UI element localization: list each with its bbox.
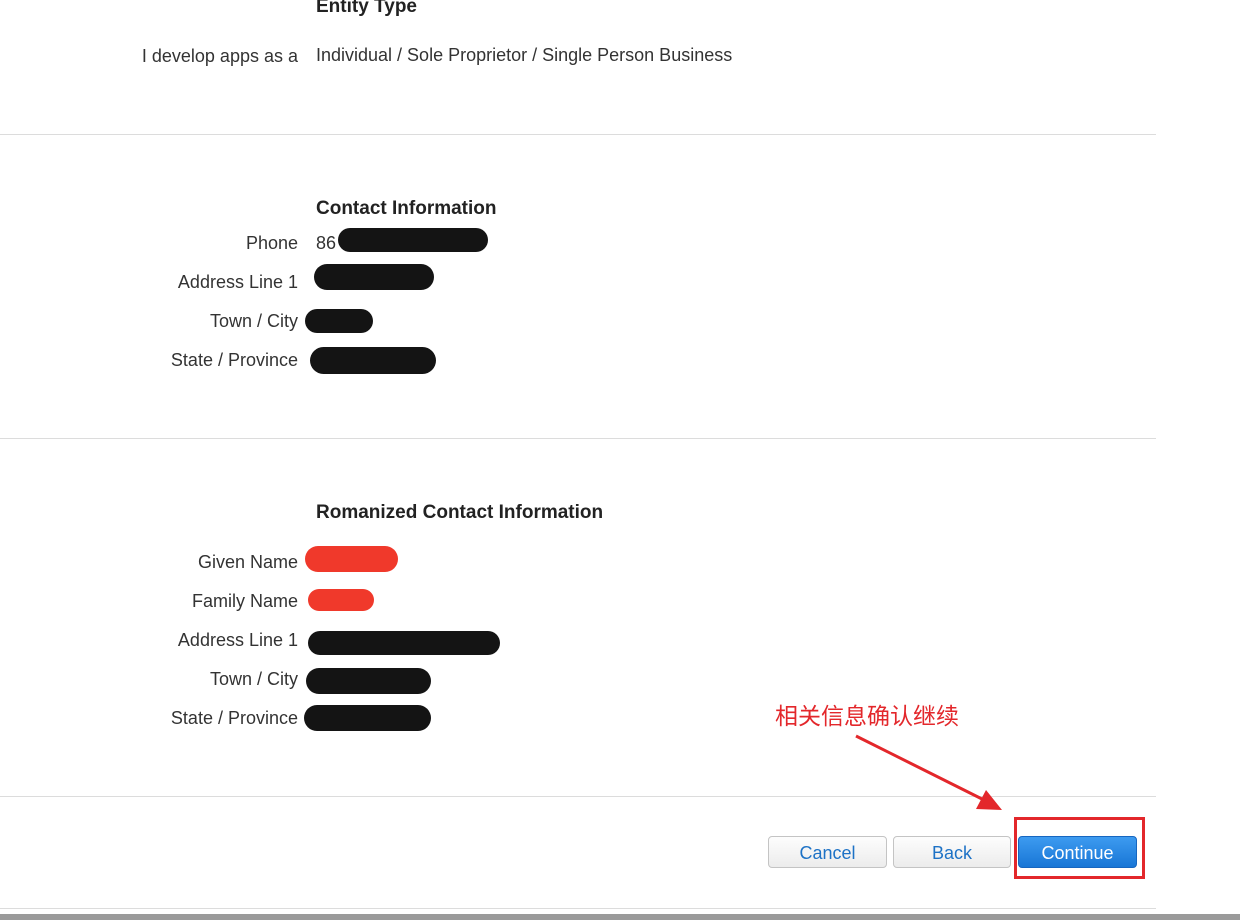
- entity-type-heading: Entity Type: [316, 0, 417, 17]
- annotation-text: 相关信息确认继续: [775, 704, 959, 730]
- back-button[interactable]: Back: [893, 836, 1011, 868]
- romanized-address-redaction: [308, 631, 500, 655]
- state-redaction: [310, 347, 436, 374]
- footer-divider: [0, 908, 1156, 909]
- section-divider: [0, 134, 1156, 135]
- continue-highlight-box: [1014, 817, 1145, 879]
- enrollment-review-page: Entity Type I develop apps as a Individu…: [0, 0, 1240, 920]
- town-city-label: Town / City: [209, 669, 298, 689]
- entity-type-value: Individual / Sole Proprietor / Single Pe…: [316, 45, 733, 65]
- romanized-contact-heading: Romanized Contact Information: [316, 502, 604, 523]
- address-line-1-label: Address Line 1: [177, 272, 298, 292]
- state-province-label: State / Province: [170, 708, 298, 728]
- section-divider: [0, 438, 1156, 439]
- window-bottom-edge: [0, 914, 1240, 920]
- section-divider: [0, 796, 1156, 797]
- given-name-label: Given Name: [197, 552, 298, 572]
- romanized-city-redaction: [306, 668, 431, 694]
- address-redaction: [314, 264, 434, 290]
- town-city-label: Town / City: [209, 311, 298, 331]
- phone-redaction: [338, 228, 488, 252]
- state-province-label: State / Province: [170, 350, 298, 370]
- entity-type-label: I develop apps as a: [141, 46, 298, 66]
- romanized-state-redaction: [304, 705, 431, 731]
- cancel-button[interactable]: Cancel: [768, 836, 887, 868]
- phone-prefix: 86: [316, 233, 337, 253]
- contact-info-heading: Contact Information: [316, 198, 497, 219]
- given-name-redaction: [305, 546, 398, 572]
- phone-label: Phone: [245, 233, 298, 253]
- city-redaction: [305, 309, 373, 333]
- family-name-label: Family Name: [191, 591, 298, 611]
- annotation-arrow-icon: [855, 734, 1002, 810]
- address-line-1-label: Address Line 1: [177, 630, 298, 650]
- family-name-redaction: [308, 589, 374, 611]
